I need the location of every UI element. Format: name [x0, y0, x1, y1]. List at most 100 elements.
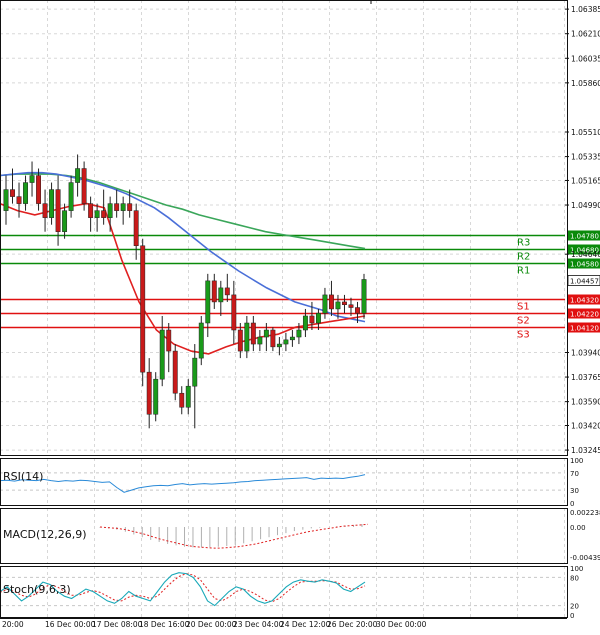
stoch-tick-label: 100	[570, 565, 583, 573]
level-price-label: 1.04580	[570, 261, 599, 269]
candle-body	[114, 203, 120, 211]
y-tick-label: 1.05510	[571, 128, 600, 137]
candle-body	[42, 203, 48, 218]
candle-body	[250, 322, 256, 345]
x-tick-label: 20 Dec 00:00	[186, 620, 237, 629]
candle-body	[36, 175, 41, 204]
candle-body	[348, 304, 354, 308]
stoch-tick-label: 80	[570, 574, 579, 582]
candle-body	[55, 189, 61, 232]
candle-body	[29, 175, 35, 183]
candle-body	[329, 294, 334, 310]
candle-body	[172, 350, 178, 394]
candle-body	[62, 210, 68, 232]
x-tick-label: 18 Dec 16:00	[139, 620, 190, 629]
y-tick-label: 1.05860	[571, 79, 600, 88]
macd-tick-label: -0.004397	[570, 554, 600, 562]
candle-body	[75, 168, 81, 183]
candle-body	[153, 378, 159, 415]
x-tick-label: 20:00	[2, 620, 24, 629]
rsi-tick-label: 70	[570, 470, 579, 478]
stoch-title: Stoch(9,6,3)	[3, 583, 71, 596]
rsi-title: RSI(14)	[3, 470, 43, 483]
candle-body	[231, 294, 237, 331]
x-tick-label: 24 Dec 12:00	[280, 620, 331, 629]
candle-body	[276, 343, 282, 348]
y-tick-label: 1.03590	[571, 398, 600, 407]
candle-body	[283, 339, 289, 345]
y-tick-label: 1.06385	[571, 5, 600, 14]
candle-body	[335, 301, 341, 310]
rsi-tick-label: 100	[570, 457, 583, 465]
candle-body	[185, 385, 191, 408]
candle-body	[68, 182, 74, 211]
candle-body	[198, 322, 204, 359]
level-name-r3: R3	[517, 238, 530, 249]
x-tick-label: 23 Dec 04:00	[233, 620, 284, 629]
candle-body	[23, 182, 28, 204]
macd-tick-label: 0.00	[570, 524, 586, 532]
candle-body	[159, 329, 165, 380]
candle-body	[49, 189, 55, 218]
candle-body	[192, 357, 198, 387]
level-price-label: 1.04120	[570, 325, 599, 333]
y-tick-label: 1.03420	[571, 422, 600, 431]
macd-tick-label: 0.002238	[570, 509, 600, 517]
x-tick-label: 16 Dec 00:00	[45, 620, 96, 629]
y-tick-label: 1.06210	[571, 30, 600, 39]
y-tick-label: 1.04640	[571, 250, 600, 259]
level-name-s2: S2	[517, 316, 530, 327]
stoch-tick-label: 20	[570, 603, 579, 611]
x-tick-label: 26 Dec 20:00	[327, 620, 378, 629]
candle-body	[211, 280, 217, 303]
candle-body	[179, 392, 185, 408]
y-tick-label: 1.03245	[571, 446, 600, 455]
y-tick-label: 1.04990	[571, 201, 600, 210]
candle-body	[244, 322, 250, 352]
x-tick-label: 30 Dec 00:00	[376, 620, 427, 629]
candle-body	[10, 189, 15, 197]
candle-body	[107, 203, 113, 218]
candle-body	[3, 189, 9, 211]
candle-body	[237, 329, 243, 352]
candle-body	[309, 315, 315, 324]
price-chart: 1.04780R31.04680R21.04580R11.04320S11.04…	[0, 0, 600, 631]
candle-body	[81, 168, 87, 204]
candle-body	[263, 329, 269, 338]
candle-body	[127, 203, 133, 211]
y-tick-label: 1.03940	[571, 348, 600, 357]
y-tick-label: 1.05165	[571, 176, 600, 185]
candle-body	[315, 312, 321, 324]
x-tick-label: 17 Dec 08:00	[92, 620, 143, 629]
candle-body	[302, 315, 308, 331]
rsi-tick-label: 30	[570, 487, 579, 495]
candle-body	[289, 336, 295, 341]
chart-stage: 1.04780 R3 1.04680 R2 1.04580 R1 1.04320 S1 1.04…	[0, 0, 600, 631]
candle-body	[166, 329, 172, 352]
level-name-r2: R2	[517, 252, 530, 263]
candle-body	[133, 210, 139, 247]
candle-body	[270, 329, 276, 348]
candle-body	[146, 371, 152, 415]
y-tick-label: 1.03765	[571, 373, 600, 382]
candle-body	[257, 336, 263, 345]
level-name-r1: R1	[517, 266, 530, 277]
level-name-s3: S3	[517, 330, 530, 341]
candle-body	[88, 203, 94, 218]
level-name-s1: S1	[517, 302, 530, 313]
y-tick-label: 1.05335	[571, 153, 600, 162]
candle-body	[101, 210, 107, 218]
level-price-label: 1.04780	[570, 233, 599, 241]
level-price-label: 1.04220	[570, 311, 599, 319]
candle-body	[205, 280, 211, 324]
current-price-label: 1.04457	[570, 278, 599, 286]
rsi-tick-label: 0	[570, 500, 574, 508]
stoch-tick-label: 0	[570, 612, 574, 620]
candle-body	[342, 301, 347, 305]
level-price-label: 1.04320	[570, 297, 599, 305]
macd-title: MACD(12,26,9)	[3, 528, 87, 541]
candle-body	[322, 294, 328, 314]
candle-body	[296, 329, 302, 338]
candle-body	[355, 307, 360, 314]
candle-body	[361, 279, 367, 314]
